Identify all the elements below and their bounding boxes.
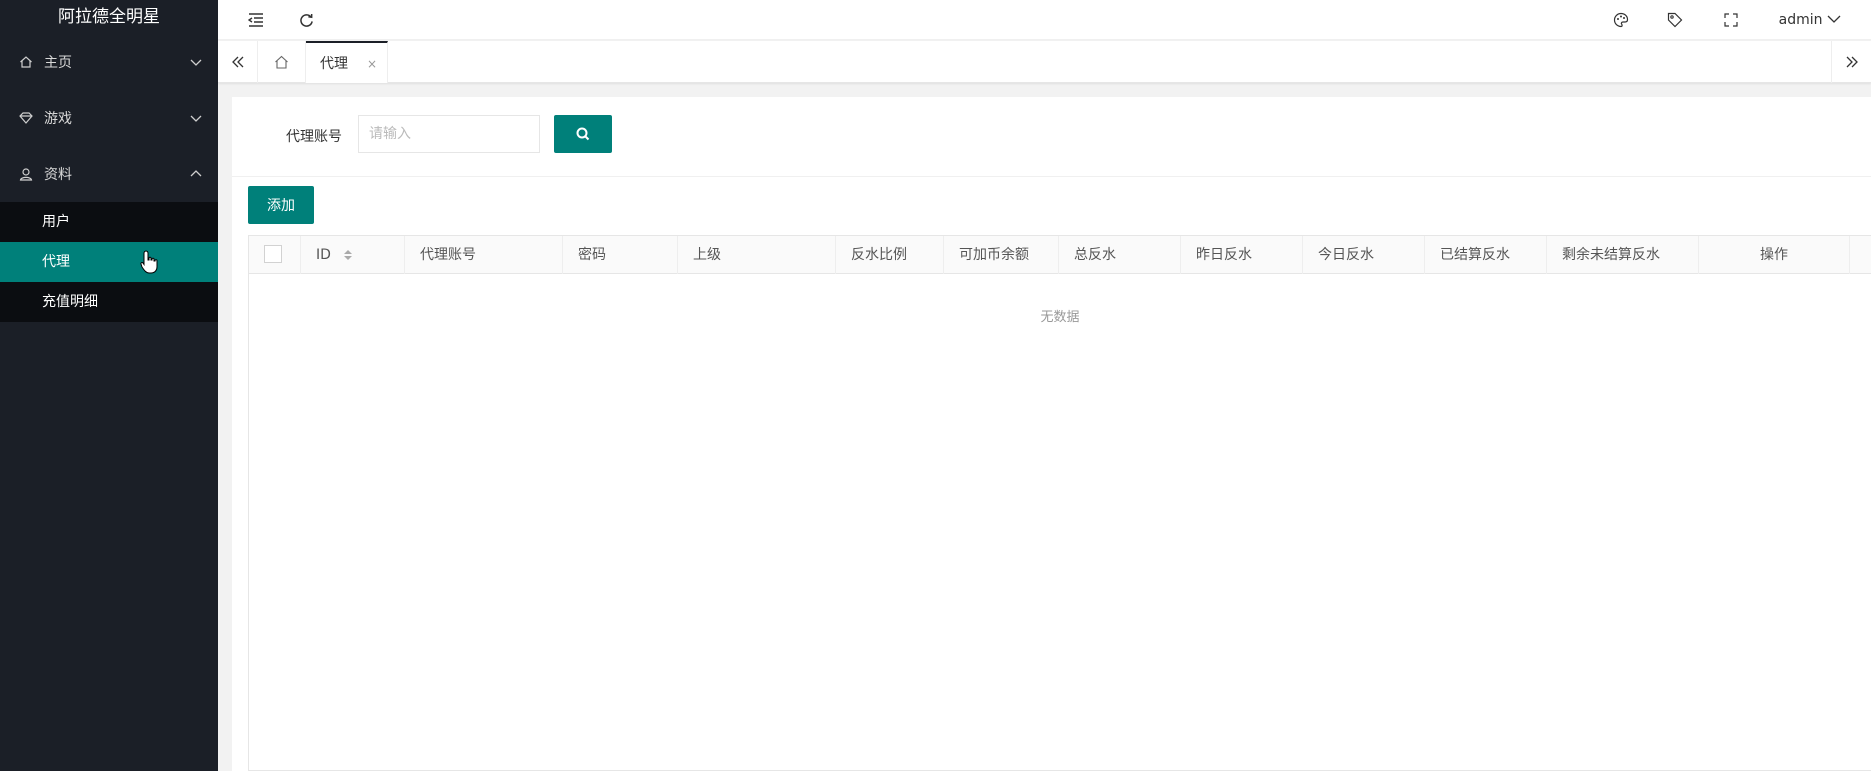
tabs-scroll-right-icon[interactable]	[1831, 41, 1871, 83]
search-bar: 代理账号	[232, 97, 1871, 177]
column-header-rebate-ratio: 反水比例	[836, 236, 944, 274]
empty-state-text: 无数据	[1040, 310, 1080, 325]
hand-cursor-icon	[140, 250, 158, 278]
chevron-up-icon	[188, 166, 204, 182]
select-all-cell	[249, 236, 301, 274]
sidebar-subitem-agent[interactable]: 代理	[0, 242, 218, 282]
sidebar-item-game[interactable]: 游戏	[0, 90, 218, 146]
sidebar-item-label: 资料	[44, 167, 72, 183]
home-icon	[275, 55, 288, 69]
search-label: 代理账号	[286, 129, 342, 145]
app-title: 阿拉德全明星	[58, 7, 160, 27]
sidebar-item-label: 主页	[44, 55, 72, 71]
sidebar-item-label: 游戏	[44, 111, 72, 127]
add-button[interactable]: 添加	[248, 186, 314, 224]
collapse-menu-icon[interactable]	[246, 10, 266, 30]
diamond-icon	[18, 110, 34, 126]
top-header: admin	[218, 0, 1871, 40]
sidebar-item-profile[interactable]: 资料	[0, 146, 218, 202]
theme-palette-icon[interactable]	[1611, 10, 1631, 30]
column-header-total-rebate: 总反水	[1059, 236, 1181, 274]
column-header-password: 密码	[563, 236, 678, 274]
tab-label: 代理	[320, 56, 348, 72]
select-all-checkbox[interactable]	[264, 245, 282, 263]
sidebar-subitem-recharge[interactable]: 充值明细	[0, 282, 218, 322]
close-icon[interactable]: ×	[367, 57, 377, 71]
fullscreen-icon[interactable]	[1721, 10, 1741, 30]
tab-home[interactable]	[258, 41, 306, 83]
search-button[interactable]	[554, 115, 612, 153]
tag-icon[interactable]	[1665, 10, 1685, 30]
column-header-unsettled-rebate: 剩余未结算反水	[1547, 236, 1699, 274]
tab-bar: 代理 ×	[218, 41, 1871, 83]
table-header: ID 代理账号 密码 上级 反水比例 可加币余额 总反水 昨日反水 今日反水 已…	[249, 236, 1871, 274]
sidebar-subitem-users[interactable]: 用户	[0, 202, 218, 242]
column-header-parent: 上级	[678, 236, 836, 274]
sort-icon[interactable]	[343, 249, 353, 261]
tab-agent[interactable]: 代理 ×	[306, 41, 388, 83]
column-header-today-rebate: 今日反水	[1303, 236, 1425, 274]
search-input[interactable]	[358, 115, 540, 153]
sidebar: 阿拉德全明星 主页 游戏 资料 用户 代理 充值明细	[0, 0, 218, 771]
chevron-down-icon	[1827, 15, 1841, 23]
search-icon	[576, 127, 590, 141]
column-header-id[interactable]: ID	[301, 236, 405, 274]
username: admin	[1778, 12, 1823, 28]
sidebar-item-home[interactable]: 主页	[0, 34, 218, 90]
column-header-yesterday-rebate: 昨日反水	[1181, 236, 1303, 274]
chevron-down-icon	[188, 54, 204, 70]
column-header-balance: 可加币余额	[944, 236, 1059, 274]
chevron-down-icon	[188, 110, 204, 126]
main-content: 代理账号 添加 ID 代理账号 密码 上级 反水比例 可加币余额 总反水 昨日反…	[232, 97, 1871, 771]
submenu-profile: 用户 代理 充值明细	[0, 202, 218, 322]
tabs-scroll-left-icon[interactable]	[218, 41, 258, 83]
column-header-actions: 操作	[1699, 236, 1850, 274]
column-header-account: 代理账号	[405, 236, 563, 274]
user-icon	[18, 166, 34, 182]
column-header-settled-rebate: 已结算反水	[1425, 236, 1547, 274]
refresh-icon[interactable]	[296, 10, 316, 30]
agent-table: ID 代理账号 密码 上级 反水比例 可加币余额 总反水 昨日反水 今日反水 已…	[248, 235, 1871, 771]
home-icon	[18, 54, 34, 70]
user-menu[interactable]: admin	[1779, 0, 1841, 40]
